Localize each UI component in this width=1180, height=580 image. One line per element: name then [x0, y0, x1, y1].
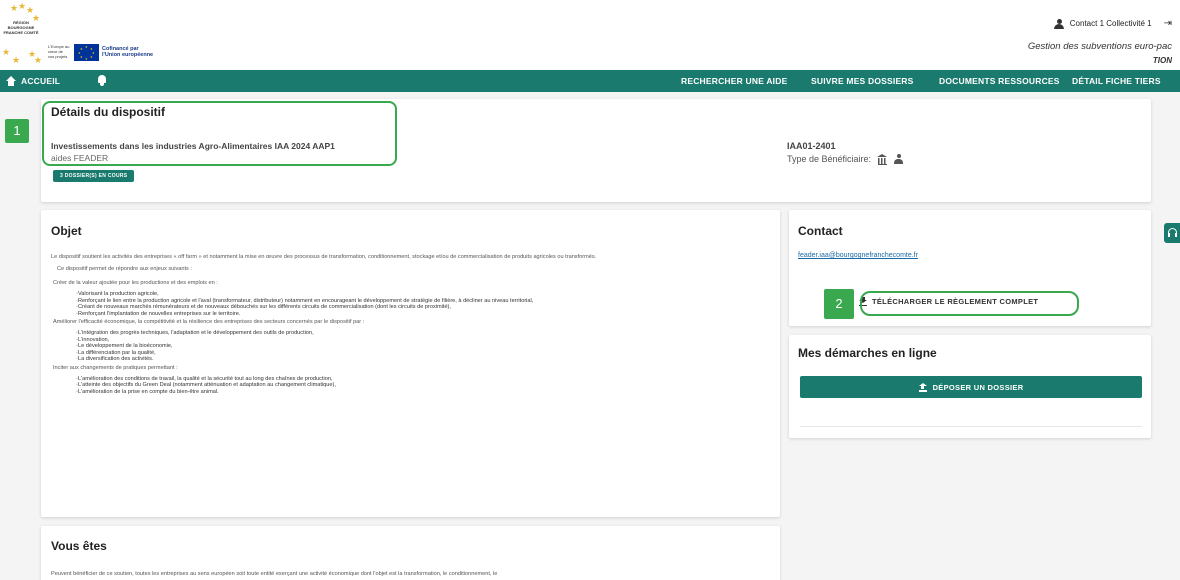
deposer-dossier-label: DÉPOSER UN DOSSIER	[932, 382, 1024, 392]
type-beneficiaire: Type de Bénéficiaire:	[787, 154, 904, 165]
inciter-list: L'amélioration des conditions de travail…	[51, 376, 771, 396]
bank-icon	[877, 154, 888, 165]
contact-email-link[interactable]: feader.iaa@bourgognefranchecomte.fr	[798, 252, 918, 259]
dispositif-code: IAA01-2401	[787, 141, 836, 151]
objet-ameliorer: Améliorer l'efficacité économique, la co…	[53, 319, 365, 325]
demarches-title: Mes démarches en ligne	[798, 346, 937, 360]
nav-suivre-dossiers[interactable]: SUIVRE MES DOSSIERS	[811, 70, 914, 92]
vous-etes-text: Peuvent bénéficier de ce soutien, toutes…	[51, 571, 498, 577]
region-logo-text: RÉGION BOURGOGNE FRANCHE COMTÉ	[3, 20, 39, 35]
type-beneficiaire-label: Type de Bénéficiaire:	[787, 154, 872, 164]
list-item: Renforçant l'implantation de nouvelles e…	[76, 311, 771, 318]
annotation-box-2	[860, 291, 1079, 316]
nav-accueil[interactable]: ACCUEIL	[21, 70, 60, 92]
annotation-box-1	[42, 101, 397, 166]
upload-icon	[918, 382, 927, 392]
objet-card: Objet Le dispositif soutient les activit…	[41, 210, 780, 517]
objet-intro: Le dispositif soutient les activités des…	[51, 254, 597, 260]
nav-documents-ressources[interactable]: DOCUMENTS RESSOURCES	[939, 70, 1060, 92]
user-area: Contact 1 Collectivité 1 ⇥	[1053, 18, 1172, 29]
home-icon[interactable]	[6, 76, 16, 86]
ameliorer-list: L'intégration des progrès techniques, l'…	[51, 330, 771, 363]
region-logo[interactable]: ★ ★ ★ ★ RÉGION BOURGOGNE FRANCHE COMTÉ ★…	[2, 2, 44, 65]
divider	[800, 426, 1142, 427]
vous-etes-card: Vous êtes Peuvent bénéficier de ce souti…	[41, 526, 780, 580]
list-item: La diversification des activités.	[76, 356, 771, 363]
person-icon	[894, 154, 904, 164]
annotation-badge-1: 1	[5, 119, 29, 143]
demarches-card: Mes démarches en ligne DÉPOSER UN DOSSIE…	[789, 335, 1151, 438]
headset-support-icon[interactable]	[1164, 223, 1180, 243]
objet-creer: Créer de la valeur ajoutée pour les prod…	[53, 280, 218, 286]
objet-enjeux: Ce dispositif permet de répondre aux enj…	[57, 266, 192, 272]
dossiers-en-cours-badge[interactable]: 3 DOSSIER(S) EN COURS	[53, 170, 135, 182]
logout-icon[interactable]: ⇥	[1164, 18, 1172, 29]
nav-rechercher-aide[interactable]: RECHERCHER UNE AIDE	[681, 70, 787, 92]
app-title: Gestion des subventions euro-pac	[1027, 41, 1172, 52]
list-item: L'amélioration de la prise en compte du …	[76, 389, 771, 396]
nav-detail-fiche-tiers[interactable]: DÉTAIL FICHE TIERS	[1072, 70, 1161, 92]
objet-title: Objet	[51, 224, 82, 238]
cofinance-line2: l'Union européenne	[102, 52, 154, 58]
creer-list: Valorisant la production agricole, Renfo…	[51, 291, 771, 317]
header: ★ ★ ★ ★ RÉGION BOURGOGNE FRANCHE COMTÉ ★…	[0, 0, 1180, 70]
europe-logo-text: L'Europe au cœur de vos projets	[48, 44, 70, 59]
user-icon	[1053, 18, 1066, 29]
user-name[interactable]: Contact 1 Collectivité 1	[1070, 19, 1152, 28]
objet-inciter: Inciter aux changements de pratiques per…	[53, 364, 178, 371]
eu-flag-icon: ★ ★ ★ ★ ★ ★ ★ ★	[74, 44, 99, 61]
contact-title: Contact	[798, 224, 843, 238]
bell-icon[interactable]	[97, 75, 107, 86]
vous-etes-title: Vous êtes	[51, 539, 107, 553]
cofinance-text: Cofinancé par l'Union européenne	[102, 46, 153, 58]
annotation-badge-2: 2	[824, 289, 854, 319]
app-title-suffix: TION	[1152, 56, 1172, 65]
objet-body: Le dispositif soutient les activités des…	[51, 253, 771, 396]
deposer-dossier-button[interactable]: DÉPOSER UN DOSSIER	[800, 376, 1142, 398]
main-nav: ACCUEIL RECHERCHER UNE AIDE SUIVRE MES D…	[0, 70, 1180, 92]
